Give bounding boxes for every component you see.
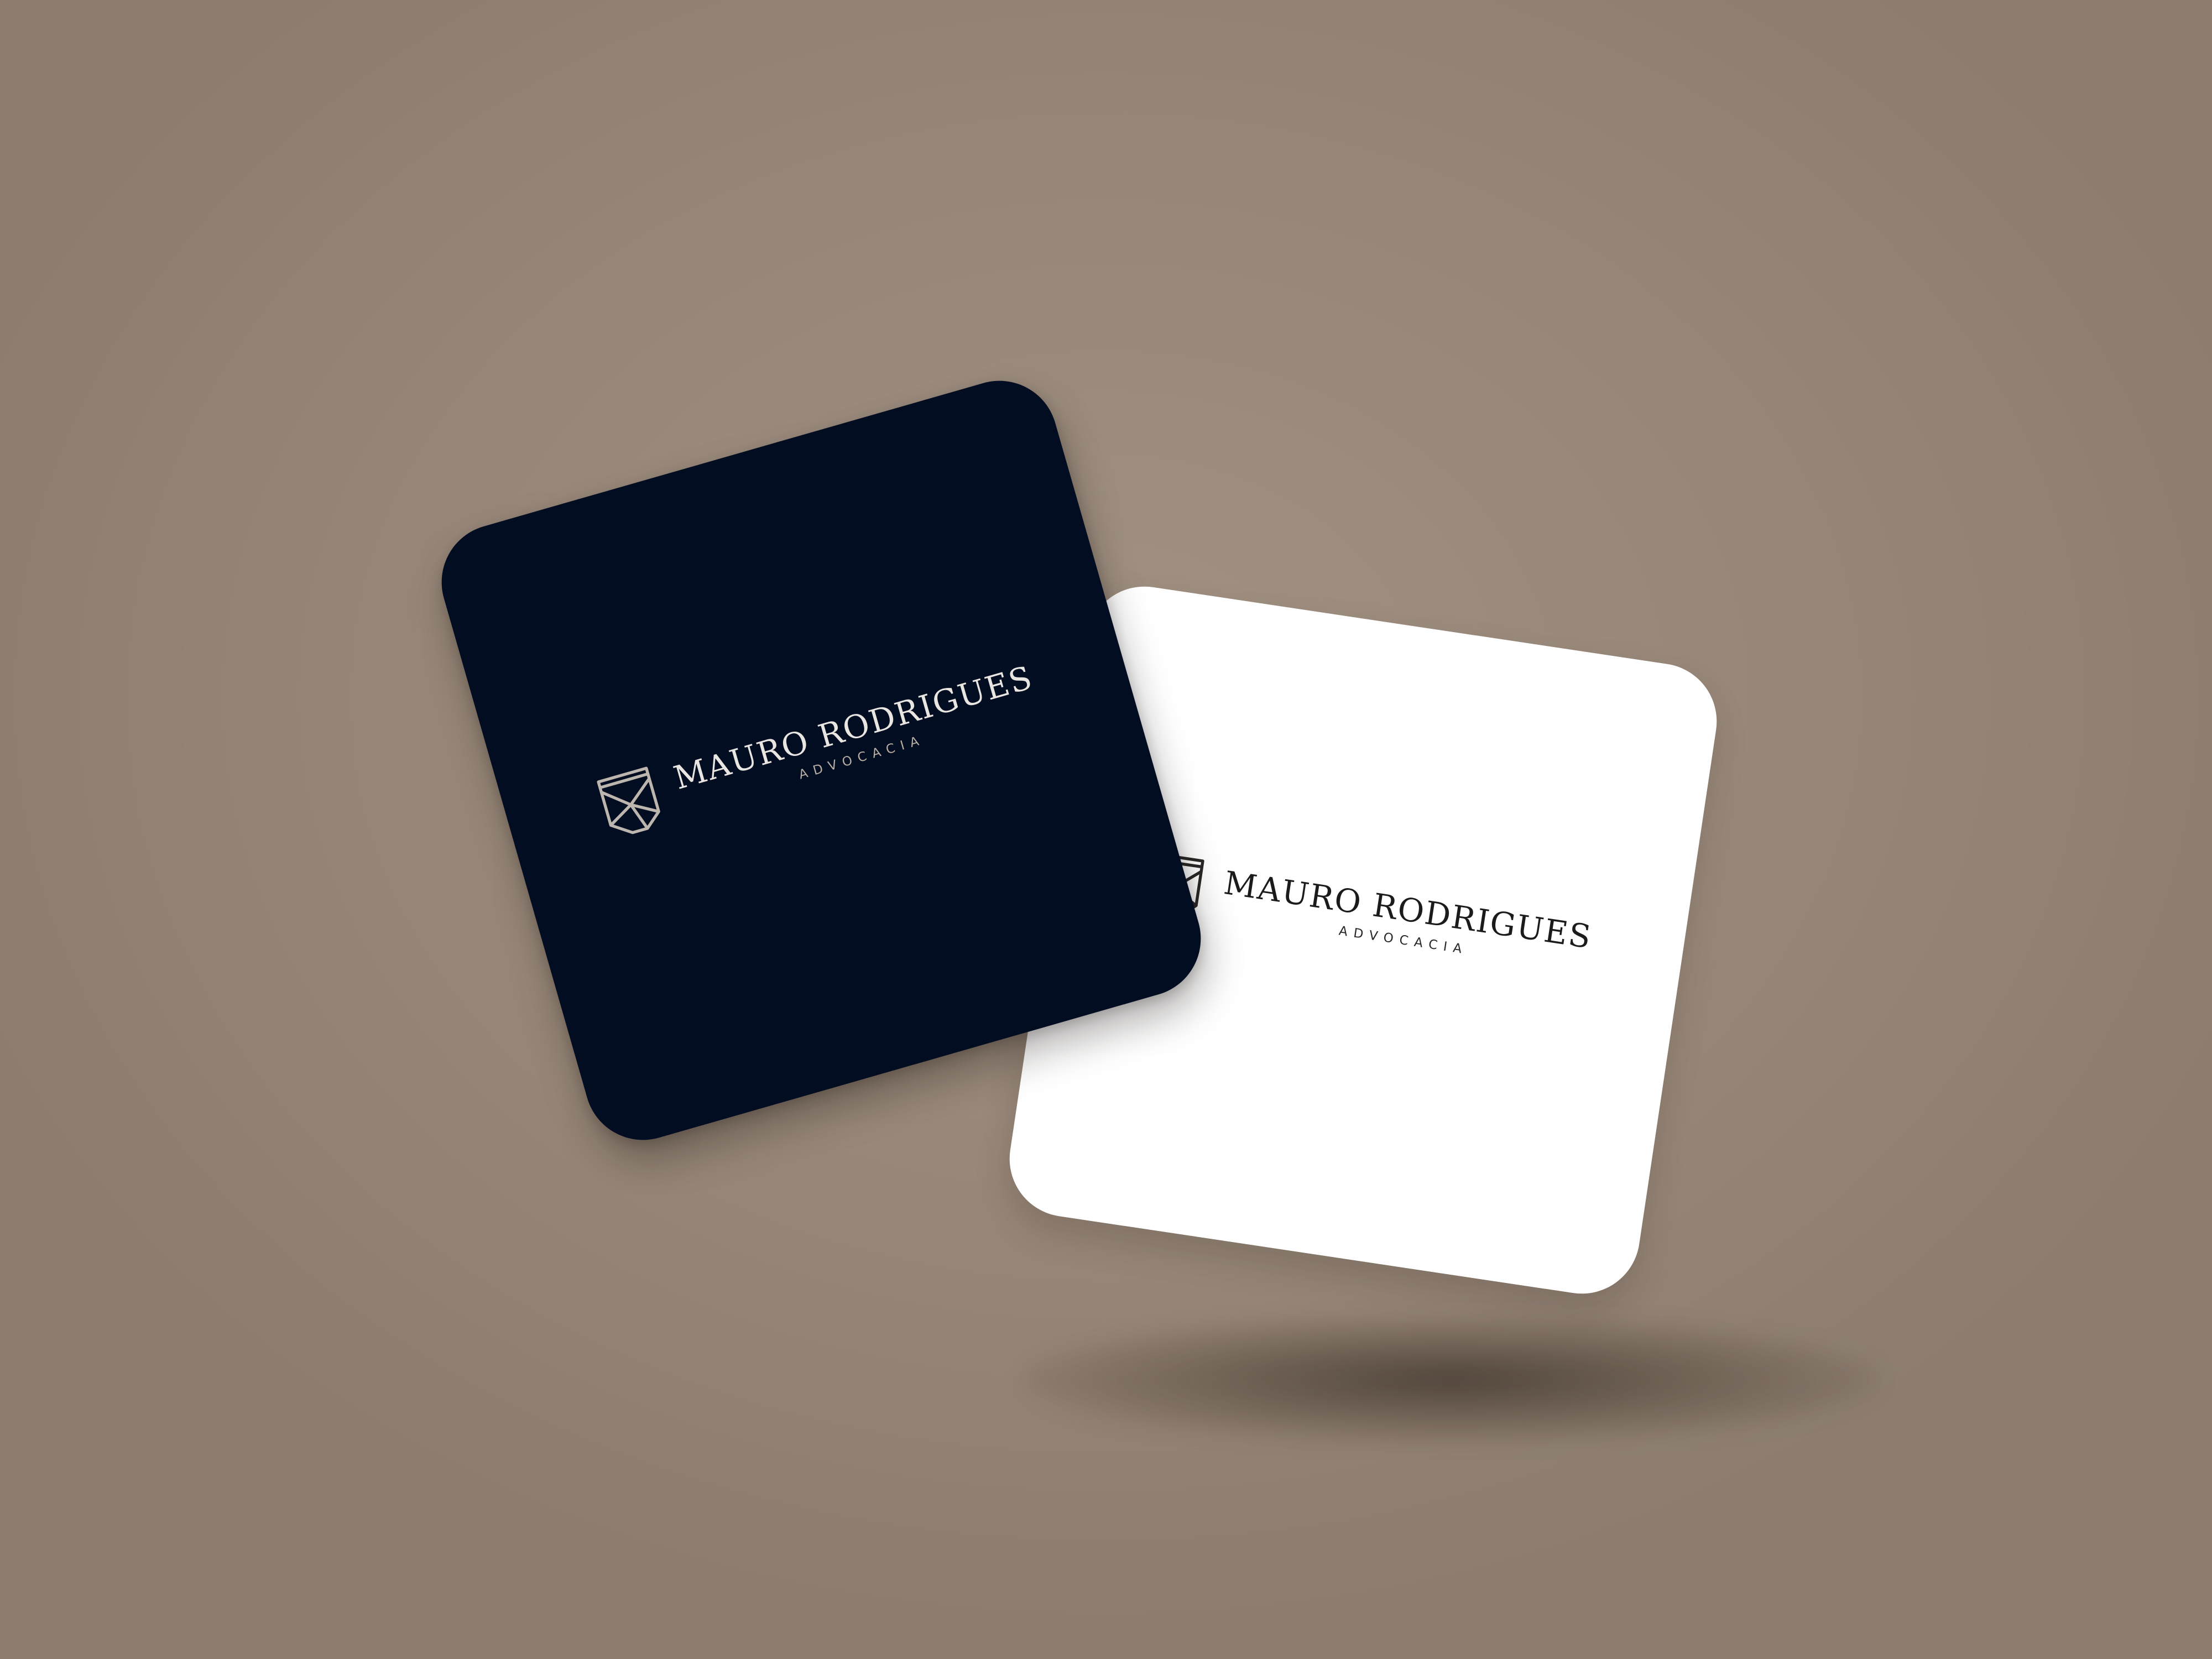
card-logo: MAURO RODRIGUES ADVOCACIA (503, 630, 1133, 868)
wordmark: MAURO RODRIGUES ADVOCACIA (1219, 864, 1594, 975)
firm-name: MAURO RODRIGUES (669, 658, 1037, 797)
mockup-scene: MAURO RODRIGUES ADVOCACIA MAURO RODRIGUE… (0, 0, 2212, 1659)
floor-shadow (1023, 1316, 1880, 1443)
wordmark: MAURO RODRIGUES ADVOCACIA (669, 658, 1042, 815)
mr-monogram-shield-icon (597, 766, 661, 834)
